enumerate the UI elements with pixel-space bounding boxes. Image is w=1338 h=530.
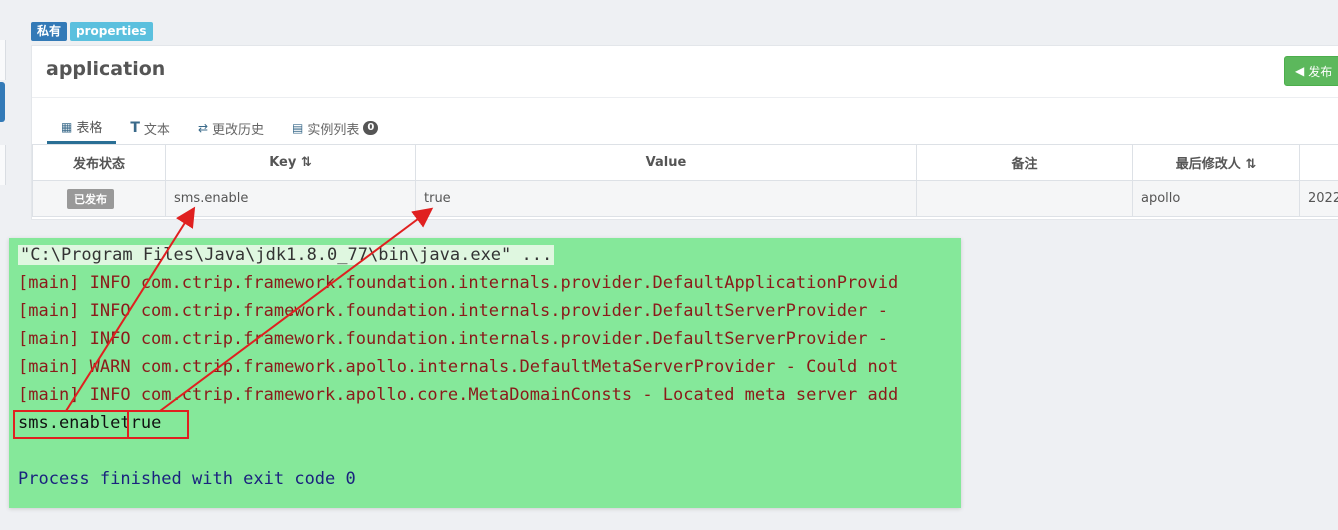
- cell-key: sms.enable: [165, 180, 416, 217]
- nav-item[interactable]: [0, 145, 6, 185]
- panel-header: application ◀ 发布: [32, 46, 1338, 98]
- tab-label: 文本: [143, 122, 170, 138]
- col-comment: 备注: [916, 144, 1133, 181]
- console-log-line: [main] WARN com.ctrip.framework.apollo.i…: [18, 357, 899, 377]
- col-modifier[interactable]: 最后修改人 ⇅: [1132, 144, 1300, 181]
- col-value: Value: [415, 144, 917, 181]
- tab-text[interactable]: T 文本: [116, 118, 184, 144]
- send-icon: ◀: [1295, 64, 1305, 78]
- tab-history[interactable]: ⇄ 更改历史: [184, 118, 278, 144]
- config-table: 发布状态 Key ⇅ Value 备注 最后修改人 ⇅ 已发布 sms.enab…: [32, 144, 1338, 217]
- namespace-badges: 私有 properties: [31, 22, 153, 41]
- cell-value: true: [415, 180, 917, 217]
- tab-table[interactable]: ▦ 表格: [47, 118, 117, 144]
- cell-modifier: apollo: [1132, 180, 1300, 217]
- col-key[interactable]: Key ⇅: [165, 144, 416, 181]
- cell-time: 2022: [1299, 180, 1338, 217]
- sort-icon[interactable]: ⇅: [1245, 157, 1256, 172]
- key-highlight-box: [13, 410, 129, 439]
- instance-count-badge: 0: [363, 121, 379, 135]
- col-status: 发布状态: [32, 144, 166, 181]
- format-badge: properties: [70, 22, 153, 41]
- namespace-title: application: [46, 58, 166, 80]
- status-badge: 已发布: [67, 188, 114, 209]
- publish-button[interactable]: ◀ 发布: [1284, 56, 1338, 86]
- namespace-panel: application ◀ 发布 ▦ 表格 T 文本 ⇄ 更改历史 ▤ 实例列表…: [31, 45, 1338, 220]
- console-log-line: [main] INFO com.ctrip.framework.foundati…: [18, 301, 899, 321]
- nav-item-active[interactable]: [0, 82, 5, 122]
- sort-icon[interactable]: ⇅: [301, 155, 312, 170]
- tab-instances[interactable]: ▤ 实例列表 0: [278, 118, 392, 144]
- left-nav-strip: [0, 0, 6, 530]
- table-icon: ▦: [61, 119, 73, 134]
- cell-comment: [916, 180, 1133, 217]
- tab-label: 更改历史: [212, 122, 265, 138]
- console-log-line: [main] INFO com.ctrip.framework.foundati…: [18, 273, 899, 293]
- nav-item[interactable]: [0, 40, 6, 80]
- text-icon: T: [130, 120, 140, 136]
- value-highlight-box: [127, 410, 189, 439]
- server-icon: ▤: [292, 121, 304, 135]
- history-icon: ⇄: [197, 121, 208, 135]
- console-log-line: [main] INFO com.ctrip.framework.foundati…: [18, 329, 899, 349]
- view-tabs: ▦ 表格 T 文本 ⇄ 更改历史 ▤ 实例列表 0: [47, 118, 392, 144]
- console-finish-line: Process finished with exit code 0: [18, 469, 356, 489]
- console-log-line: [main] INFO com.ctrip.framework.apollo.c…: [18, 385, 899, 405]
- console-command-line: "C:\Program Files\Java\jdk1.8.0_77\bin\j…: [18, 245, 555, 265]
- table-row[interactable]: 已发布 sms.enable true apollo 2022: [32, 180, 1338, 217]
- col-time: [1299, 144, 1338, 181]
- tab-label: 表格: [76, 121, 103, 136]
- publish-label: 发布: [1308, 64, 1333, 79]
- cell-status: 已发布: [32, 180, 166, 217]
- private-badge: 私有: [31, 22, 68, 41]
- console-output: "C:\Program Files\Java\jdk1.8.0_77\bin\j…: [9, 238, 961, 508]
- tab-label: 实例列表: [307, 122, 360, 138]
- table-header-row: 发布状态 Key ⇅ Value 备注 最后修改人 ⇅: [32, 144, 1338, 181]
